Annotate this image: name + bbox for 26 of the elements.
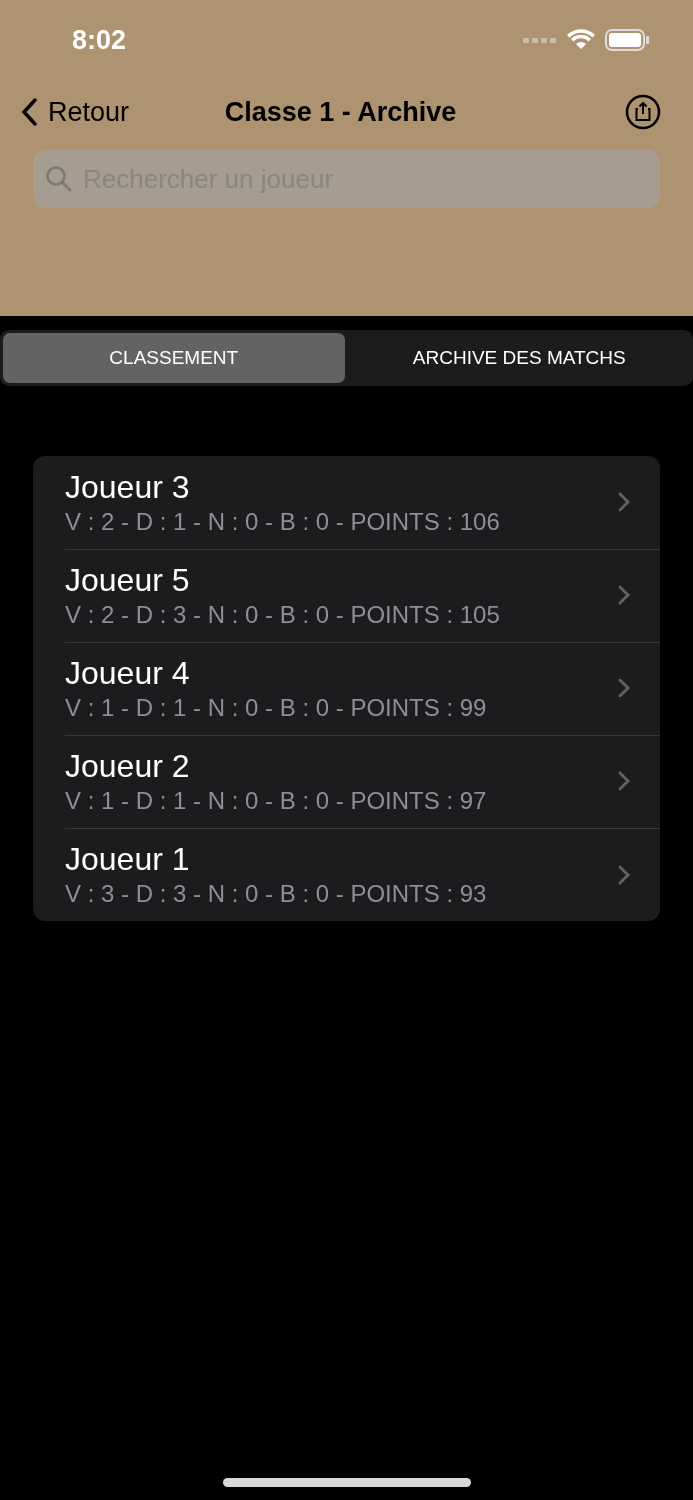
chevron-icon: [618, 678, 630, 698]
player-name[interactable]: Joueur 4: [65, 654, 618, 692]
back-chevron-icon: [20, 97, 38, 127]
chevron-icon: [618, 864, 630, 885]
segment-tab[interactable]: ARCHIVE DES MATCHS: [348, 333, 690, 383]
chevron-icon: [618, 771, 630, 791]
wifi-icon: [567, 29, 595, 51]
battery-icon: [605, 29, 649, 51]
share-icon[interactable]: [625, 94, 661, 130]
player-stats: V : 1 - D : 1 - N : 0 - B : 0 - POINTS : 99: [65, 693, 488, 722]
player-name[interactable]: Joueur 2: [65, 747, 618, 785]
search-icon: [45, 165, 73, 193]
back-button[interactable]: Retour: [20, 96, 225, 128]
player-name[interactable]: Joueur 5: [65, 561, 618, 599]
status-time: 8:02: [72, 24, 127, 56]
signal-icon: [523, 36, 557, 44]
chevron-icon: [618, 585, 630, 605]
player-stats: V : 2 - D : 1 - N : 0 - B : 0 - POINTS : 106: [65, 507, 501, 536]
player-stats: V : 2 - D : 3 - N : 0 - B : 0 - POINTS : 105: [65, 600, 501, 629]
player-name[interactable]: Joueur 3: [65, 468, 618, 506]
nav-title: Classe 1 - Archive: [224, 96, 457, 128]
chevron-icon: [618, 492, 630, 512]
player-name[interactable]: Joueur 1: [65, 841, 618, 878]
player-stats: V : 1 - D : 1 - N : 0 - B : 0 - POINTS : 97: [65, 786, 488, 815]
player-stats: V : 3 - D : 3 - N : 0 - B : 0 - POINTS : 93: [65, 880, 488, 908]
segment-tab[interactable]: CLASSEMENT: [3, 333, 345, 383]
